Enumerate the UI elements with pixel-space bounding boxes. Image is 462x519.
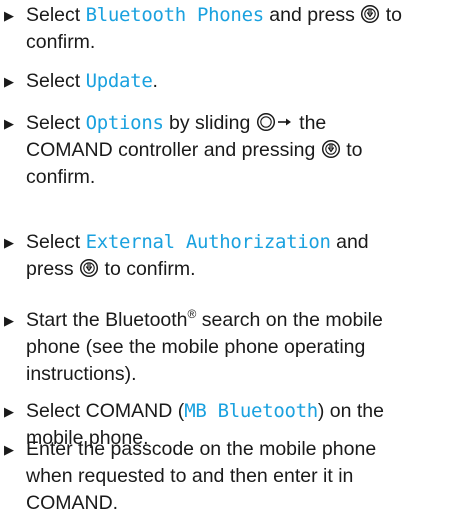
step-text-line: instructions). [0, 361, 460, 388]
step-text: search on the mobile [196, 309, 383, 331]
step-text: Select COMAND ( [26, 400, 185, 422]
menu-item-term: Update [85, 70, 153, 92]
step-text-line: Start the Bluetooth® search on the mobil… [0, 307, 460, 334]
step-text: Select [26, 4, 86, 26]
step-text: COMAND controller and pressing [26, 139, 321, 161]
step-text-line: Select External Authorization and [0, 229, 460, 256]
step-text: Select [26, 70, 86, 92]
step-text: and press [263, 4, 361, 26]
instruction-step: ▶ Select Update. [0, 68, 460, 95]
step-text: to confirm. [99, 258, 196, 280]
step-text: instructions). [26, 363, 137, 385]
instruction-step: ▶ Select Options by sliding the COMAND con… [0, 110, 460, 191]
step-text: ) on the [317, 400, 385, 422]
bullet-arrow: ▶ [4, 235, 14, 250]
press-controller-icon [321, 139, 341, 159]
slide-right-controller-icon [256, 112, 294, 132]
bullet-arrow: ▶ [4, 74, 14, 89]
step-text: confirm. [26, 166, 96, 188]
menu-item-term: External Authorization [85, 231, 331, 253]
step-text-line: confirm. [0, 29, 460, 56]
instruction-page: ▶ Select Bluetooth Phones and press to con… [0, 0, 462, 519]
menu-item-term: MB Bluetooth [184, 400, 318, 422]
step-text-line: Select Bluetooth Phones and press to [0, 2, 460, 29]
instruction-step: ▶ Select Bluetooth Phones and press to con… [0, 2, 460, 56]
step-text-line: Enter the passcode on the mobile phone [0, 436, 460, 463]
instruction-step: ▶ Select External Authorization and press … [0, 229, 460, 283]
step-text-line: when requested to and then enter it in [0, 463, 460, 490]
bullet-arrow: ▶ [4, 8, 14, 23]
step-text: phone (see the mobile phone operating [26, 336, 366, 358]
step-text-line: press to confirm. [0, 256, 460, 283]
step-text-line: Select Update. [0, 68, 460, 95]
step-text-line: COMAND controller and pressing to [0, 137, 460, 164]
bullet-arrow: ▶ [4, 313, 14, 328]
instruction-step: ▶ Start the Bluetooth® search on the mobi… [0, 307, 460, 388]
step-text: to [380, 4, 403, 26]
step-text: Enter the passcode on the mobile phone [26, 438, 377, 460]
step-text-line: phone (see the mobile phone operating [0, 334, 460, 361]
step-text: . [152, 70, 158, 92]
press-controller-icon [79, 258, 99, 278]
step-text: by sliding [163, 112, 256, 134]
step-text: Select [26, 112, 86, 134]
step-text-line: confirm. [0, 164, 460, 191]
press-controller-icon [360, 4, 380, 24]
step-text: when requested to and then enter it in [26, 465, 354, 487]
step-text-line: COMAND. [0, 490, 460, 517]
step-text: and [330, 231, 369, 253]
step-text: the [293, 112, 327, 134]
step-text: Start the Bluetooth [26, 309, 188, 331]
step-text-line: Select Options by sliding the [0, 110, 460, 137]
step-text: to [340, 139, 363, 161]
step-text: press [26, 258, 80, 280]
instruction-step: ▶ Enter the passcode on the mobile phone w… [0, 436, 460, 517]
step-text: confirm. [26, 31, 96, 53]
bullet-arrow: ▶ [4, 116, 14, 131]
menu-item-term: Options [85, 112, 164, 134]
bullet-arrow: ▶ [4, 404, 14, 419]
bullet-arrow: ▶ [4, 442, 14, 457]
step-text-line: Select COMAND (MB Bluetooth) on the [0, 398, 460, 425]
step-text: COMAND. [26, 492, 119, 514]
step-text: Select [26, 231, 86, 253]
menu-item-term: Bluetooth Phones [85, 4, 265, 26]
